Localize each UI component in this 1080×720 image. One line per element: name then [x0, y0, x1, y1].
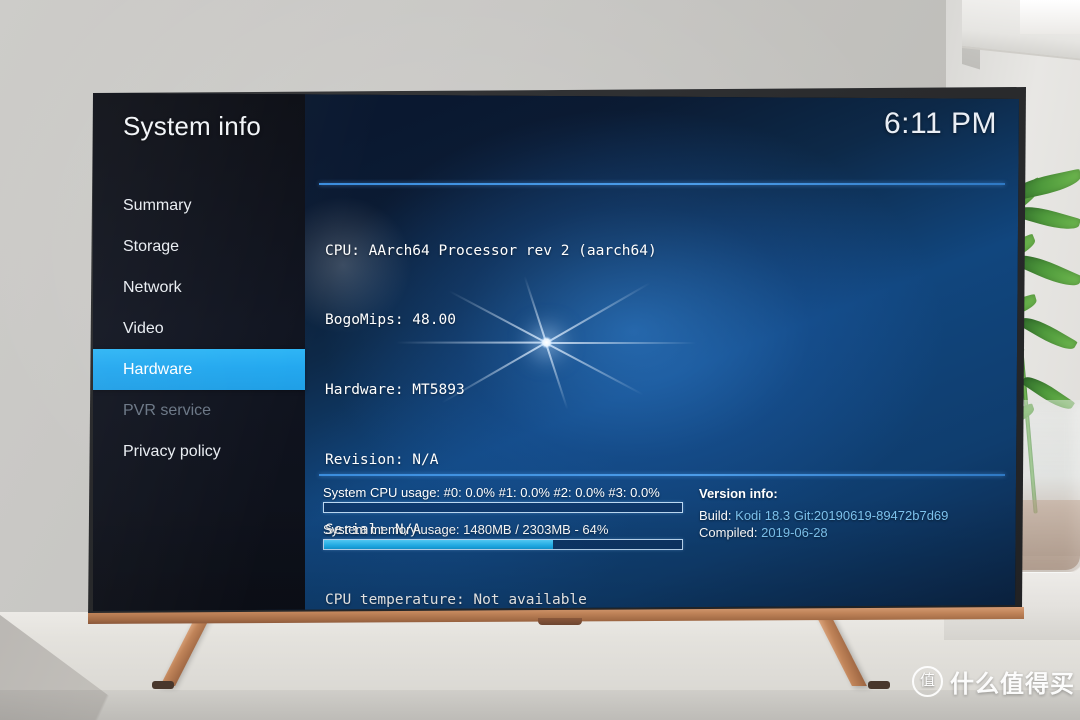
menu-item-label: Hardware: [123, 361, 193, 378]
info-line: BogoMips: 48.00: [325, 312, 456, 329]
memory-usage-bar: [323, 539, 683, 550]
kodi-system-info-screen: System info 6:11 PM Summary Storage Netw…: [93, 93, 1019, 611]
tv-leg-right-foot: [868, 681, 890, 689]
divider-top: [319, 183, 1005, 185]
build-label: Build:: [699, 507, 732, 523]
compiled-row: Compiled: 2019-06-28: [699, 524, 948, 542]
cpu-usage-bar: [323, 502, 683, 513]
cabinet-edge: [1020, 0, 1080, 34]
menu-item-summary[interactable]: Summary: [93, 185, 305, 226]
room-photo-scene: System info 6:11 PM Summary Storage Netw…: [0, 0, 1080, 720]
system-usage-panel: System CPU usage: #0: 0.0% #1: 0.0% #2: …: [323, 485, 683, 559]
menu-item-label: Network: [123, 279, 182, 296]
tv-screen: System info 6:11 PM Summary Storage Netw…: [93, 93, 1019, 611]
info-line: CPU: AArch64 Processor rev 2 (aarch64): [325, 242, 657, 259]
menu-item-label: Privacy policy: [123, 443, 221, 460]
menu-item-label: Video: [123, 320, 164, 337]
menu-item-label: PVR service: [123, 402, 212, 419]
cpu-usage-label: System CPU usage: #0: 0.0% #1: 0.0% #2: …: [323, 485, 660, 500]
clock: 6:11 PM: [884, 107, 997, 140]
television: System info 6:11 PM Summary Storage Netw…: [86, 84, 1026, 625]
build-row: Build: Kodi 18.3 Git:20190619-89472b7d69: [699, 507, 948, 525]
menu-item-storage[interactable]: Storage: [93, 226, 305, 267]
menu-item-pvr-service[interactable]: PVR service: [93, 390, 305, 431]
compiled-label: Compiled:: [699, 525, 758, 540]
watermark-text: 什么值得买: [950, 670, 1075, 698]
menu-item-network[interactable]: Network: [93, 267, 305, 308]
category-menu: Summary Storage Network Video Hardware P…: [93, 185, 305, 472]
tv-ir-sensor: [538, 618, 582, 625]
version-info-panel: Version info: Build: Kodi 18.3 Git:20190…: [699, 485, 948, 542]
info-line: Hardware: MT5893: [325, 382, 465, 399]
menu-item-privacy-policy[interactable]: Privacy policy: [93, 431, 305, 472]
menu-item-label: Summary: [123, 197, 192, 214]
info-line: Revision: N/A: [325, 452, 439, 469]
menu-item-label: Storage: [123, 238, 180, 255]
compiled-value: 2019-06-28: [761, 525, 828, 540]
menu-item-video[interactable]: Video: [93, 308, 305, 349]
build-value: Kodi 18.3 Git:20190619-89472b7d69: [735, 507, 949, 523]
page-title: System info: [123, 111, 262, 141]
tv-leg-left-foot: [152, 681, 174, 689]
version-info-heading: Version info:: [699, 486, 778, 501]
watermark-logo-icon: 值: [912, 666, 943, 697]
watermark: 值 什么值得买: [912, 664, 1075, 699]
memory-usage-bar-fill: [324, 540, 554, 549]
memory-usage-label: System memory usage: 1480MB / 2303MB - 6…: [323, 522, 609, 537]
menu-item-hardware[interactable]: Hardware: [93, 349, 305, 390]
